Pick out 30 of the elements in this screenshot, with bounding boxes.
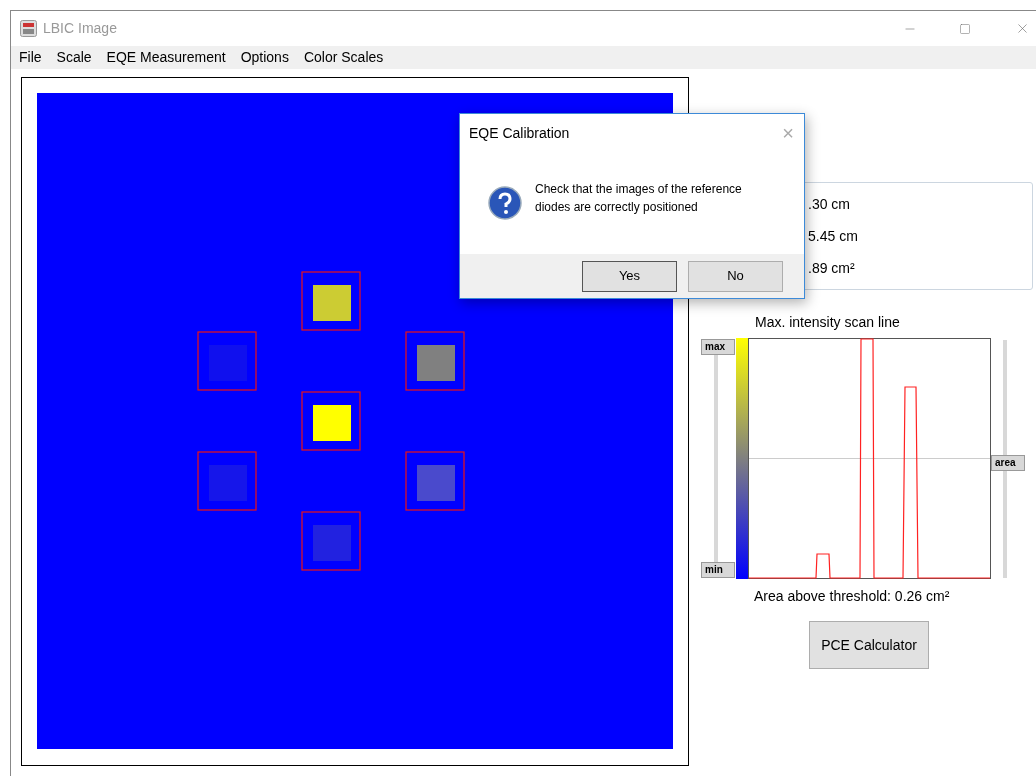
- pce-calculator-button[interactable]: PCE Calculator: [809, 621, 929, 669]
- reference-diode: [405, 451, 465, 511]
- dialog-message: Check that the images of the reference diodes are correctly positioned: [535, 181, 743, 216]
- app-logo-icon: [20, 20, 37, 37]
- menu-item[interactable]: File: [19, 47, 42, 68]
- question-icon: [488, 186, 522, 220]
- reference-diode: [405, 331, 465, 391]
- measurement-value: 5.45 cm: [808, 226, 859, 246]
- window-title: LBIC Image: [43, 19, 117, 38]
- dialog-button[interactable]: No: [688, 260, 783, 292]
- menu-item[interactable]: Color Scales: [303, 47, 384, 68]
- menu-item[interactable]: EQE Measurement: [106, 47, 226, 68]
- reference-diode: [301, 391, 361, 451]
- maximize-icon[interactable]: [959, 22, 971, 35]
- measurement-value: .89 cm²: [808, 258, 856, 278]
- reference-diode: [301, 271, 361, 331]
- area-result-text: Area above threshold: 0.26 cm²: [754, 587, 951, 606]
- menu-item[interactable]: Options: [240, 47, 289, 68]
- close-icon[interactable]: [1015, 21, 1030, 36]
- measurement-value: .30 cm: [808, 194, 851, 214]
- scan-title: Max. intensity scan line: [755, 313, 901, 332]
- threshold-handle[interactable]: max: [701, 339, 735, 355]
- reference-diode: [301, 511, 361, 571]
- menu-item[interactable]: Scale: [56, 47, 92, 68]
- threshold-handle[interactable]: min: [701, 562, 735, 578]
- reference-diode: [197, 331, 257, 391]
- reference-diode: [197, 451, 257, 511]
- dialog-title: EQE Calibration: [469, 123, 570, 143]
- dialog-button[interactable]: Yes: [582, 260, 677, 292]
- area-threshold-handle[interactable]: area: [991, 454, 1025, 471]
